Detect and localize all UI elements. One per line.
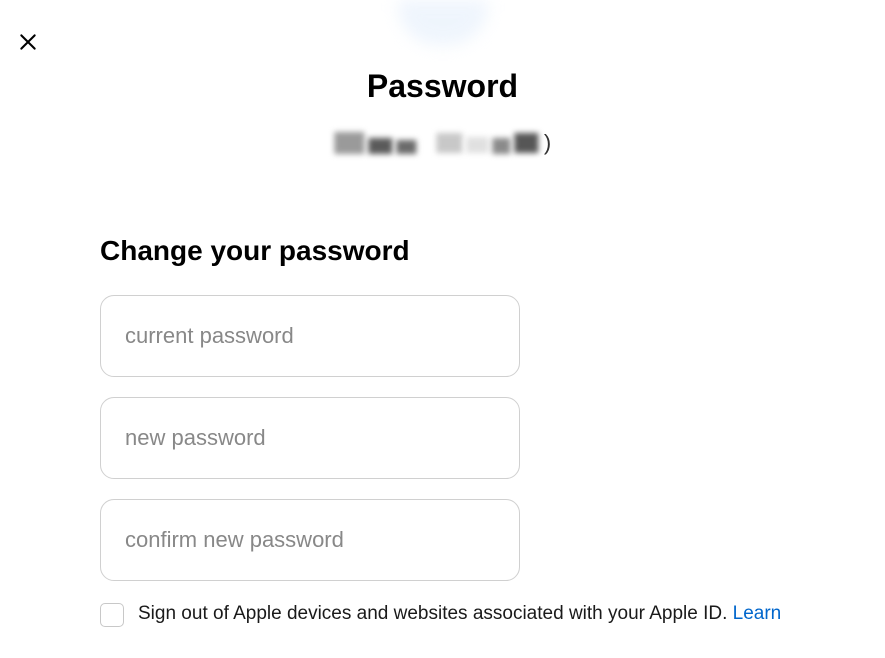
signout-checkbox[interactable] bbox=[100, 603, 124, 627]
section-heading: Change your password bbox=[100, 235, 865, 267]
current-password-input[interactable] bbox=[100, 295, 520, 377]
close-button[interactable] bbox=[14, 28, 42, 56]
close-icon bbox=[18, 32, 38, 52]
signout-checkbox-row: Sign out of Apple devices and websites a… bbox=[100, 601, 865, 628]
learn-more-link[interactable]: Learn bbox=[733, 603, 782, 624]
confirm-password-input[interactable] bbox=[100, 499, 520, 581]
new-password-input[interactable] bbox=[100, 397, 520, 479]
header-glow bbox=[398, 0, 488, 45]
change-password-section: Change your password Sign out of Apple d… bbox=[100, 235, 865, 628]
page-title: Password bbox=[367, 68, 518, 105]
account-identifier-redacted: ) bbox=[334, 130, 551, 156]
signout-label-text: Sign out of Apple devices and websites a… bbox=[138, 603, 733, 624]
signout-label: Sign out of Apple devices and websites a… bbox=[138, 601, 781, 628]
